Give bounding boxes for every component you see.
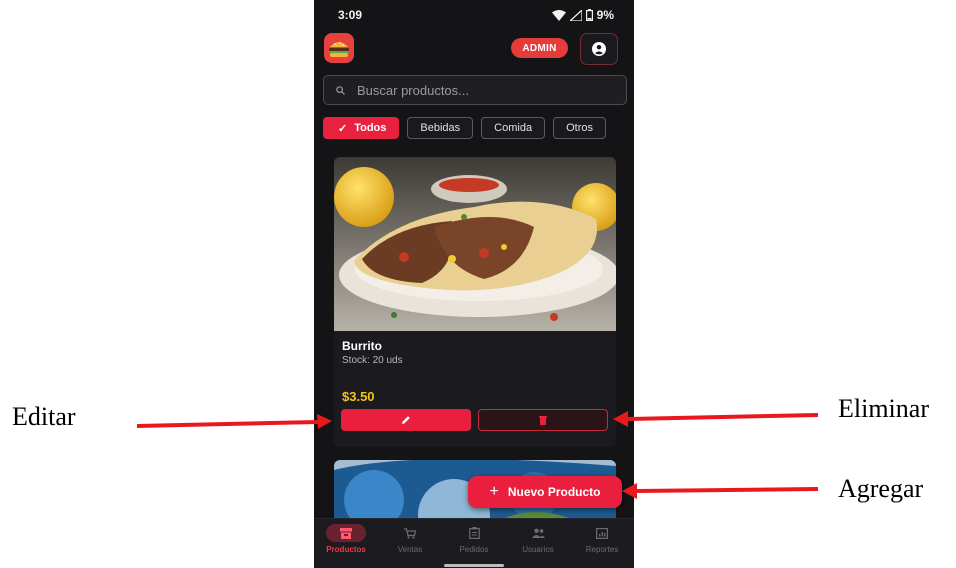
arrow-to-add [622, 483, 819, 499]
annotation-arrows [136, 411, 819, 499]
arrow-to-edit [136, 414, 332, 429]
arrow-to-delete [613, 411, 819, 427]
